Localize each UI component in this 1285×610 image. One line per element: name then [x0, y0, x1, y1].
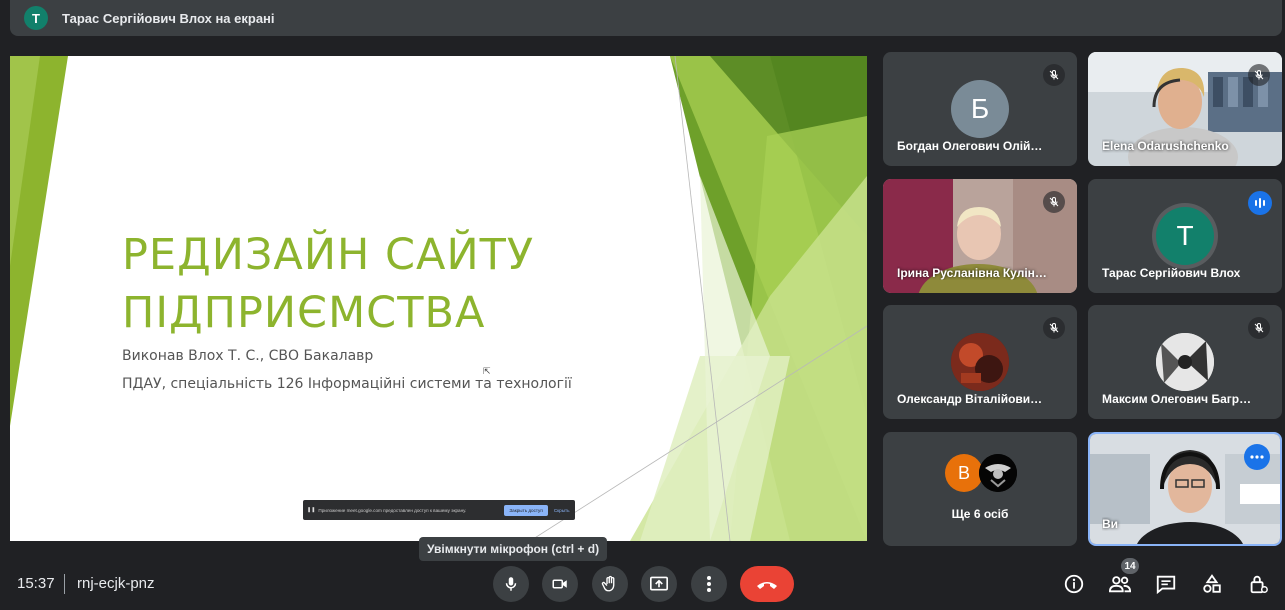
presenter-avatar: Т	[24, 6, 48, 30]
raise-hand-icon	[601, 575, 615, 592]
people-button[interactable]	[1108, 572, 1132, 596]
people-icon	[1108, 576, 1132, 593]
host-controls-icon	[1250, 575, 1268, 594]
end-call-icon	[757, 582, 777, 589]
participant-tile[interactable]: Elena Odarushchenko	[1088, 52, 1282, 166]
end-call-button[interactable]	[740, 566, 794, 602]
mic-off-icon	[1043, 64, 1065, 86]
slide-title-line1: РЕДИЗАЙН САЙТУ	[122, 230, 535, 280]
more-vert-icon	[707, 576, 711, 592]
slide-title-line2: ПІДПРИЄМСТВА	[122, 288, 486, 338]
participant-avatar	[1156, 333, 1214, 391]
mic-tooltip: Увімкнути мікрофон (ctrl + d)	[419, 537, 608, 561]
info-icon	[1064, 574, 1084, 594]
present-button[interactable]	[641, 566, 677, 602]
divider	[64, 574, 65, 594]
presenter-label: Тарас Сергійович Влох на екрані	[62, 10, 275, 26]
chat-icon	[1156, 575, 1176, 595]
speaking-indicator-icon	[1248, 191, 1272, 215]
participant-name: Ірина Русланівна Кулін…	[897, 266, 1047, 280]
more-participants-tile[interactable]: В Ще 6 осіб	[883, 432, 1077, 546]
mic-off-icon	[1248, 317, 1270, 339]
mic-off-icon	[1043, 191, 1065, 213]
people-count-badge: 14	[1121, 558, 1139, 574]
host-controls-button[interactable]	[1246, 572, 1270, 596]
participant-tile[interactable]: Т Тарас Сергійович Влох	[1088, 179, 1282, 293]
more-options-button[interactable]	[691, 566, 727, 602]
presenter-banner: Т Тарас Сергійович Влох на екрані	[10, 0, 1282, 36]
participant-tile[interactable]: Б Богдан Олегович Олій…	[883, 52, 1077, 166]
present-icon	[650, 576, 668, 591]
camera-button[interactable]	[542, 566, 578, 602]
participant-name: Олександр Віталійови…	[897, 392, 1043, 406]
meeting-details-button[interactable]	[1062, 572, 1086, 596]
slide-author: Виконав Влох Т. С., СВО Бакалавр	[122, 348, 374, 364]
participant-avatar	[951, 333, 1009, 391]
pause-icon: ❚❚	[307, 507, 316, 513]
participant-avatar	[979, 454, 1017, 492]
more-options-icon[interactable]	[1244, 444, 1270, 470]
mic-off-icon	[1043, 317, 1065, 339]
participant-name: Максим Олегович Багр…	[1102, 392, 1252, 406]
hide-notice-button[interactable]: Скрыть	[554, 508, 570, 513]
more-participants-label: Ще 6 осіб	[951, 507, 1009, 521]
presentation-screen[interactable]: РЕДИЗАЙН САЙТУ ПІДПРИЄМСТВА Виконав Влох…	[10, 56, 867, 541]
participant-name: Тарас Сергійович Влох	[1102, 266, 1241, 280]
participant-avatar: В	[945, 454, 983, 492]
camera-icon	[552, 579, 567, 589]
activities-icon	[1203, 574, 1221, 593]
meeting-code: rnj-ecjk-pnz	[77, 575, 155, 592]
participant-tile[interactable]: Ірина Русланівна Кулін…	[883, 179, 1077, 293]
participant-tile[interactable]: Олександр Віталійови…	[883, 305, 1077, 419]
activities-button[interactable]	[1200, 572, 1224, 596]
slide-title: РЕДИЗАЙН САЙТУ ПІДПРИЄМСТВА	[122, 226, 534, 342]
slide-affiliation: ПДАУ, спеціальність 126 Інформаційні сис…	[122, 376, 572, 392]
clock: 15:37	[17, 575, 55, 592]
mouse-cursor-icon: ⇱	[483, 366, 491, 376]
self-name: Ви	[1102, 517, 1119, 531]
participant-name: Богдан Олегович Олій…	[897, 139, 1043, 153]
participant-name: Elena Odarushchenko	[1102, 139, 1229, 153]
participant-tile[interactable]: Максим Олегович Багр…	[1088, 305, 1282, 419]
self-view-tile[interactable]: Ви	[1088, 432, 1282, 546]
screen-share-notice: ❚❚ Приложение meet.google.com предоставл…	[303, 500, 575, 520]
chat-button[interactable]	[1154, 572, 1178, 596]
participant-avatar: Б	[951, 80, 1009, 138]
participant-avatar: Т	[1156, 207, 1214, 265]
stop-sharing-button[interactable]: Закрыть доступ	[504, 504, 548, 516]
share-notice-text: Приложение meet.google.com предоставлен …	[318, 507, 467, 513]
mic-button[interactable]	[493, 566, 529, 602]
raise-hand-button[interactable]	[592, 566, 628, 602]
mic-off-icon	[1248, 64, 1270, 86]
mic-icon	[505, 577, 517, 591]
